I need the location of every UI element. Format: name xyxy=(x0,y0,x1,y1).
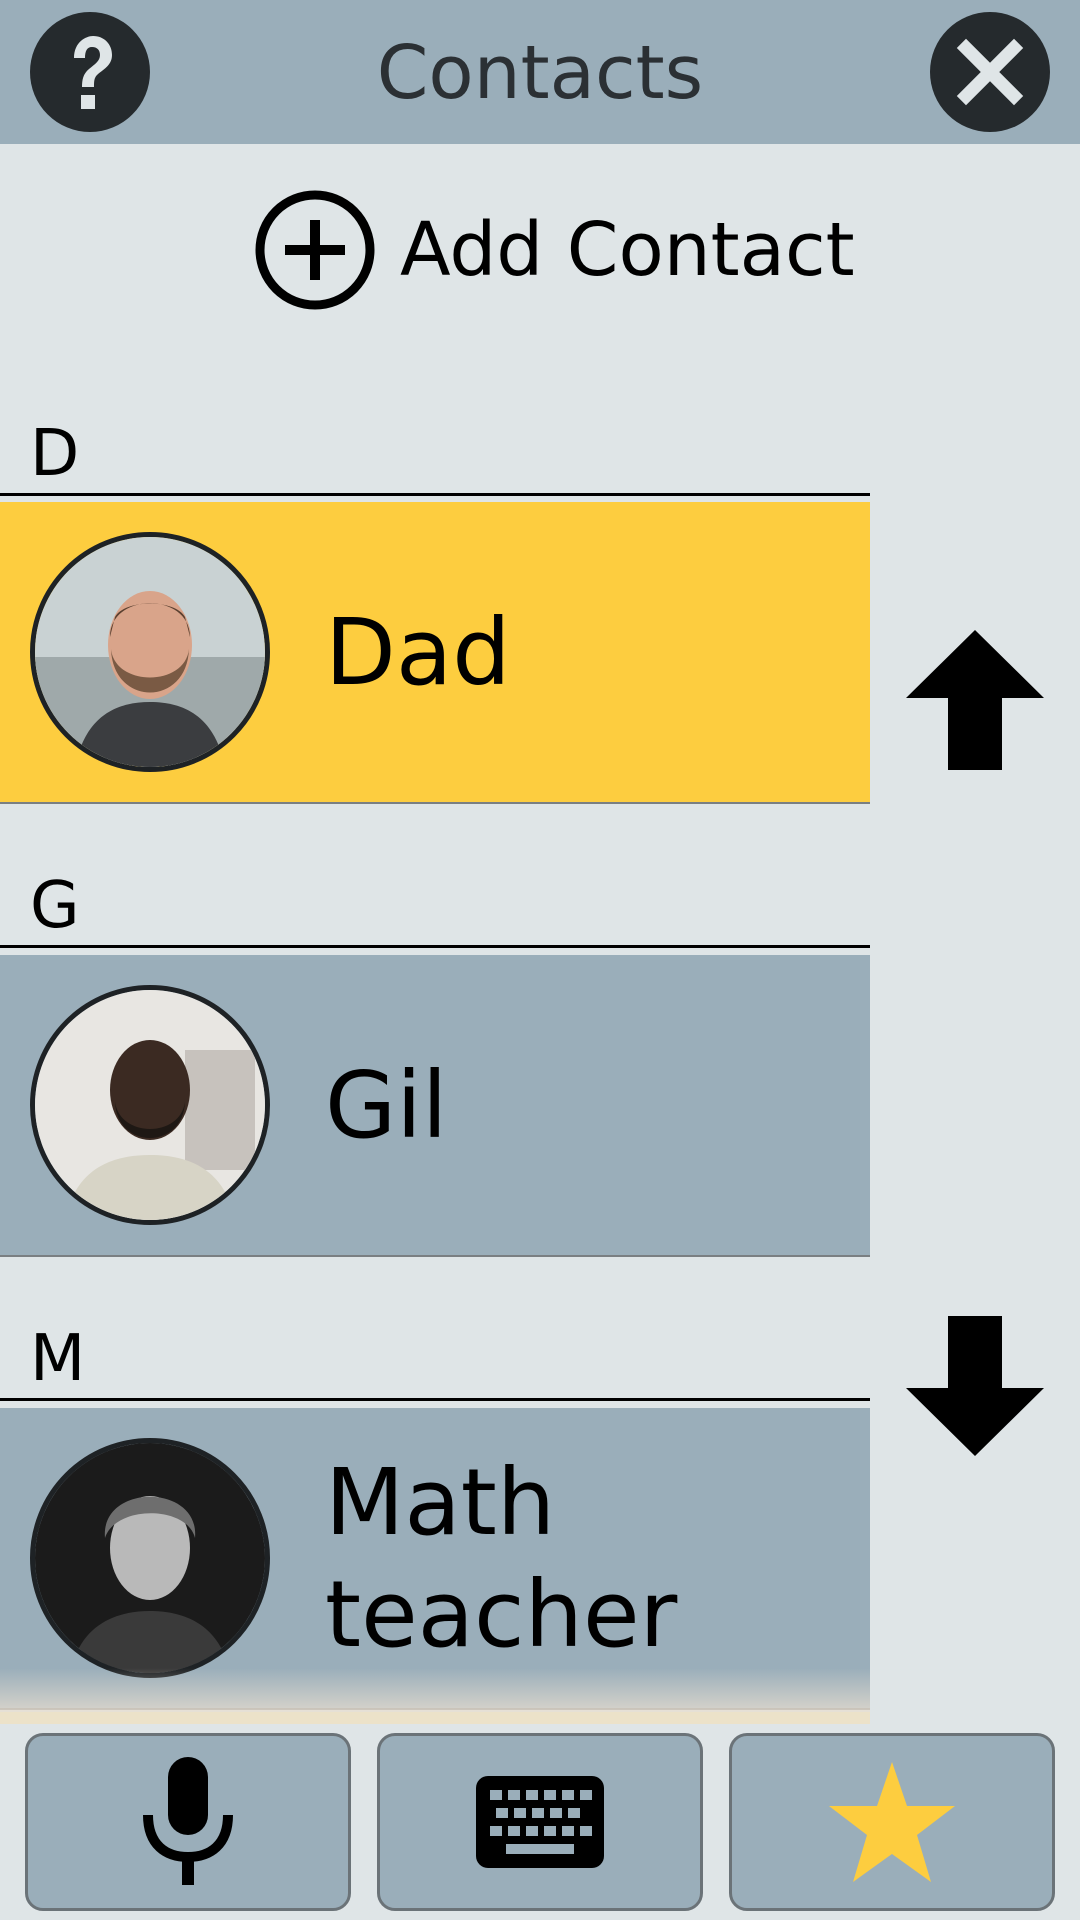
keyboard-icon xyxy=(476,1776,604,1868)
add-contact-button[interactable]: Add Contact xyxy=(254,188,855,312)
section-letter: D xyxy=(30,417,80,491)
star-icon xyxy=(829,1762,955,1882)
contact-row-math-teacher[interactable]: Math teacher xyxy=(0,1408,870,1710)
contact-row-gil[interactable]: Gil xyxy=(0,955,870,1257)
arrow-down-icon xyxy=(906,1316,1044,1456)
microphone-icon xyxy=(143,1757,233,1885)
section-letter: M xyxy=(30,1322,86,1396)
contact-name: Gil xyxy=(325,1052,448,1159)
contact-name: Math teacher xyxy=(325,1449,678,1668)
plus-circle-icon xyxy=(255,190,375,310)
scroll-up-button[interactable] xyxy=(906,630,1044,770)
next-row-partial xyxy=(0,1712,870,1724)
section-header-g: G xyxy=(0,858,870,948)
avatar xyxy=(30,1438,270,1678)
favorites-button[interactable] xyxy=(729,1733,1055,1911)
bottom-toolbar xyxy=(0,1724,1080,1920)
contact-name: Dad xyxy=(325,599,511,706)
section-letter: G xyxy=(30,869,80,943)
scroll-down-button[interactable] xyxy=(906,1316,1044,1456)
voice-input-button[interactable] xyxy=(25,1733,351,1911)
section-header-d: D xyxy=(0,406,870,496)
section-header-m: M xyxy=(0,1311,870,1401)
close-button[interactable] xyxy=(930,12,1050,132)
close-x-icon xyxy=(956,38,1024,106)
header-bar: Contacts xyxy=(0,0,1080,144)
arrow-up-icon xyxy=(906,630,1044,770)
add-contact-label: Add Contact xyxy=(400,207,855,293)
keyboard-button[interactable] xyxy=(377,1733,703,1911)
contact-row-dad[interactable]: Dad xyxy=(0,502,870,804)
avatar xyxy=(30,985,270,1225)
page-title: Contacts xyxy=(376,30,704,116)
avatar xyxy=(30,532,270,772)
